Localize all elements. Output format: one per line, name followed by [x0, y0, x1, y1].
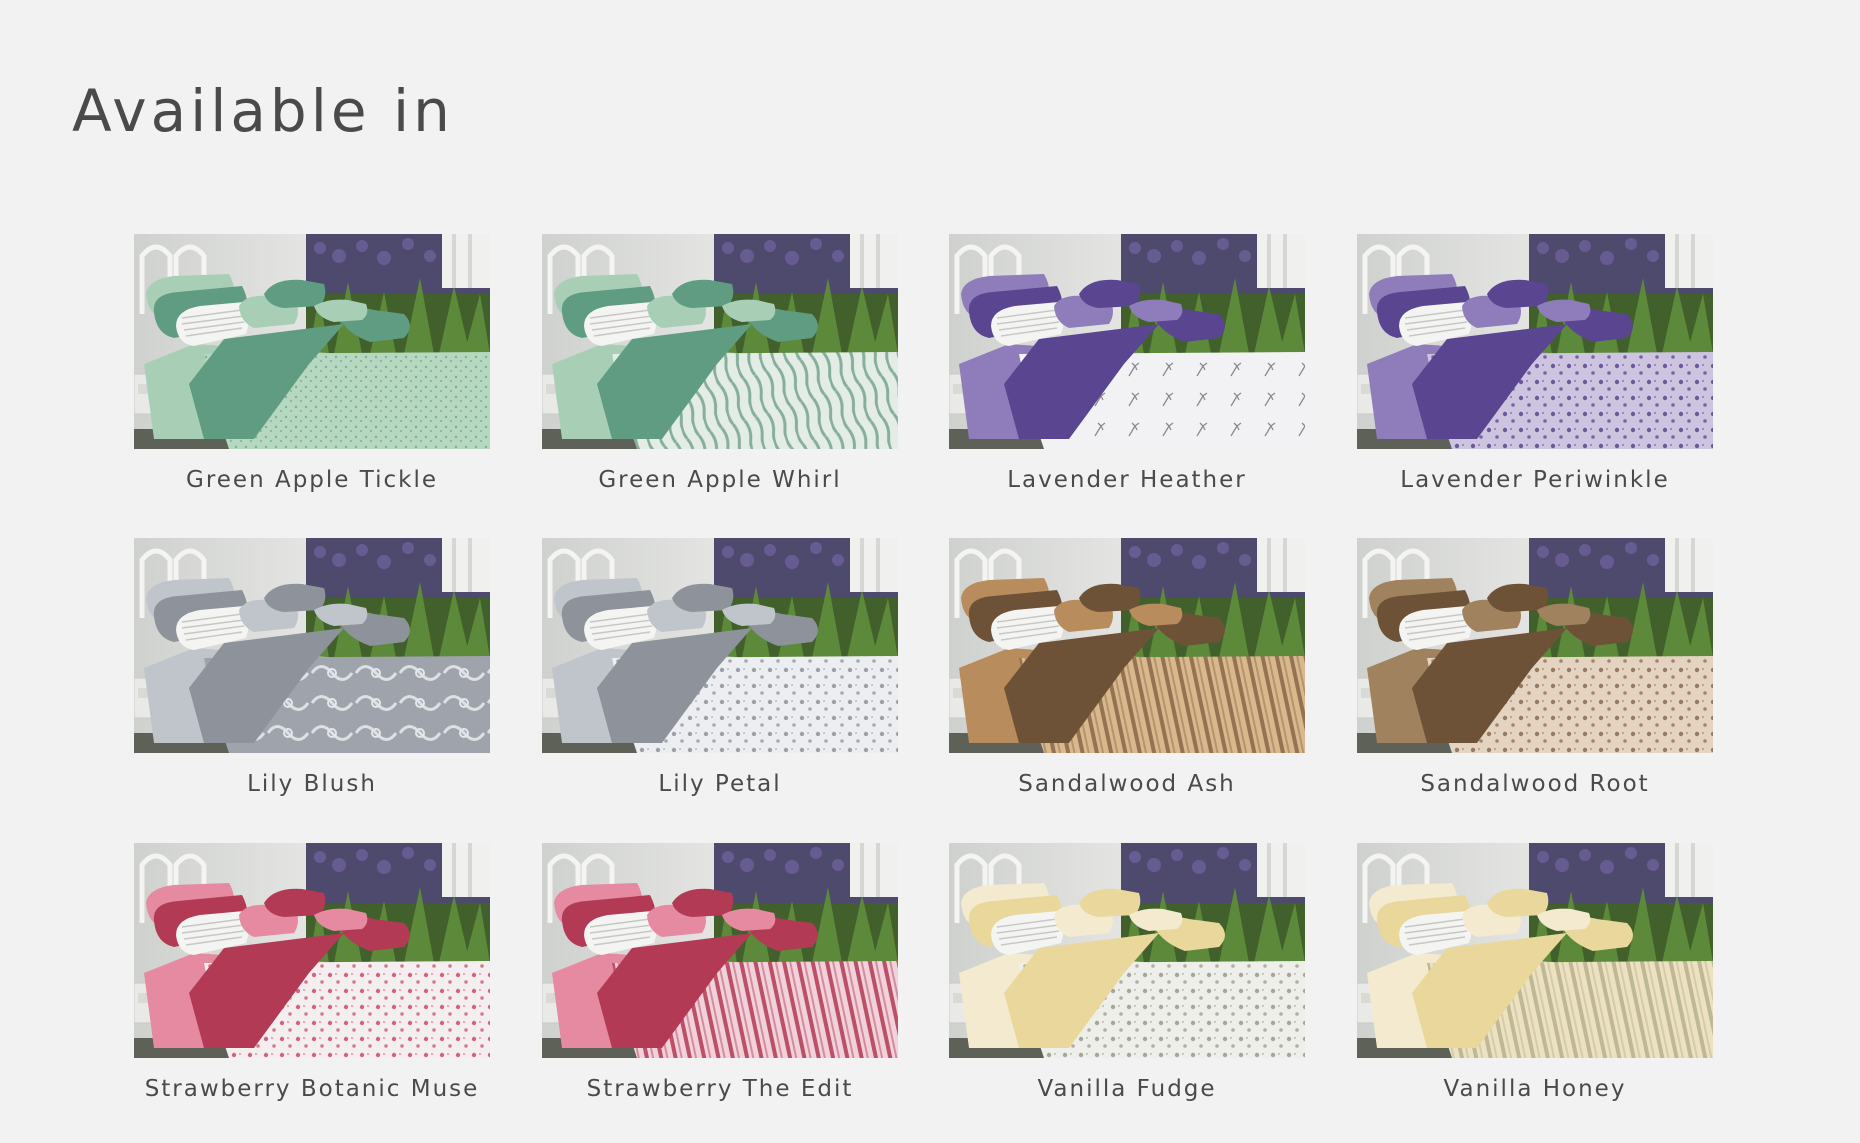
product-image[interactable]: [1357, 843, 1713, 1058]
product-card[interactable]: Lavender Heather: [949, 234, 1305, 493]
product-card[interactable]: Strawberry The Edit: [542, 843, 898, 1102]
product-image[interactable]: [949, 538, 1305, 753]
product-image[interactable]: [949, 234, 1305, 449]
product-name: Sandalwood Ash: [1018, 771, 1236, 797]
product-card[interactable]: Vanilla Honey: [1357, 843, 1713, 1102]
product-card[interactable]: Sandalwood Ash: [949, 538, 1305, 797]
product-name: Green Apple Tickle: [186, 467, 438, 493]
product-image[interactable]: [1357, 234, 1713, 449]
product-image[interactable]: [134, 538, 490, 753]
product-card[interactable]: Lavender Periwinkle: [1357, 234, 1713, 493]
product-image[interactable]: [542, 843, 898, 1058]
product-card[interactable]: Strawberry Botanic Muse: [134, 843, 490, 1102]
product-card[interactable]: Lily Petal: [542, 538, 898, 797]
product-name: Sandalwood Root: [1420, 771, 1650, 797]
product-card[interactable]: Green Apple Whirl: [542, 234, 898, 493]
product-name: Lily Blush: [247, 771, 377, 797]
product-card[interactable]: Sandalwood Root: [1357, 538, 1713, 797]
product-name: Lavender Periwinkle: [1400, 467, 1670, 493]
product-name: Strawberry Botanic Muse: [144, 1076, 480, 1102]
product-name: Green Apple Whirl: [598, 467, 842, 493]
product-image[interactable]: [134, 843, 490, 1058]
product-name: Vanilla Fudge: [1037, 1076, 1217, 1102]
product-image[interactable]: [542, 234, 898, 449]
product-name: Lavender Heather: [1007, 467, 1247, 493]
product-grid: Green Apple Tickle Green Apple Whirl Lav…: [0, 0, 1860, 1143]
product-card[interactable]: Green Apple Tickle: [134, 234, 490, 493]
product-card[interactable]: Lily Blush: [134, 538, 490, 797]
product-name: Strawberry The Edit: [586, 1076, 854, 1102]
product-name: Lily Petal: [658, 771, 782, 797]
product-image[interactable]: [134, 234, 490, 449]
product-image[interactable]: [542, 538, 898, 753]
product-name: Vanilla Honey: [1443, 1076, 1627, 1102]
product-image[interactable]: [949, 843, 1305, 1058]
product-image[interactable]: [1357, 538, 1713, 753]
product-card[interactable]: Vanilla Fudge: [949, 843, 1305, 1102]
